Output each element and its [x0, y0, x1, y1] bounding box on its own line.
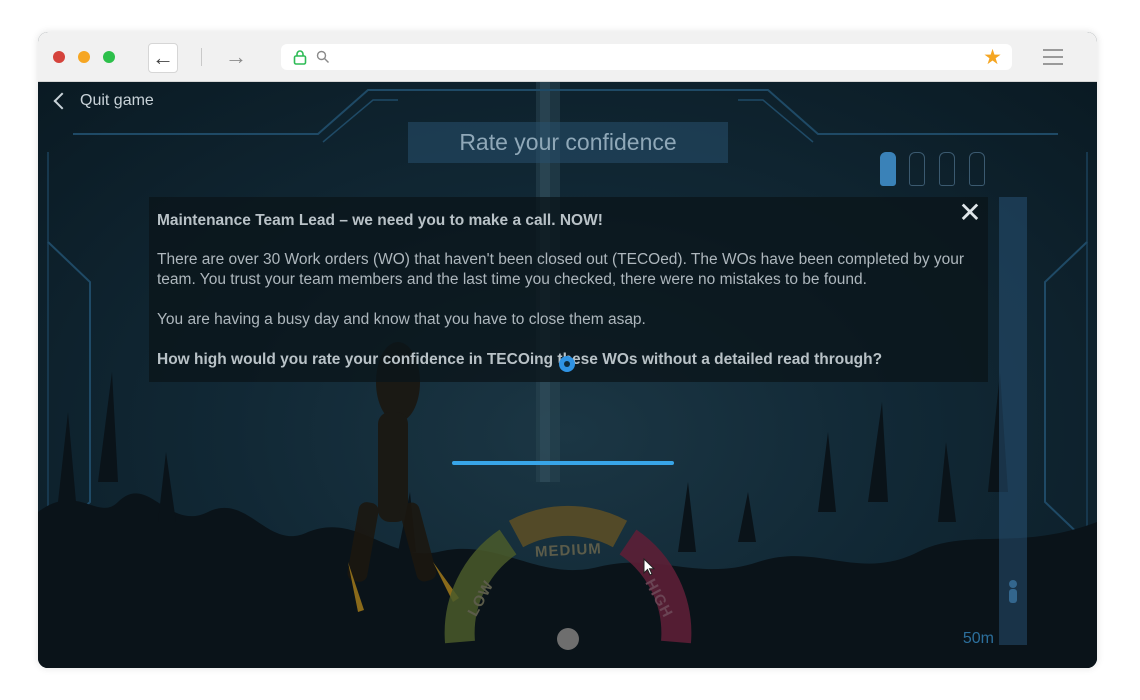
nav-divider [201, 48, 202, 66]
slider-handle[interactable] [559, 356, 575, 372]
lock-icon [293, 50, 307, 65]
game-viewport: Quit game Rate your confidence 50m ✕ Mai… [38, 82, 1097, 668]
mouse-cursor-icon [643, 558, 656, 576]
back-button[interactable]: ← [148, 43, 178, 73]
minimize-window-button[interactable] [78, 51, 90, 63]
depth-meter [999, 197, 1027, 645]
chevron-left-icon [53, 92, 71, 110]
depth-label: 50m [962, 630, 994, 647]
air-tank-icon [909, 152, 925, 186]
search-icon [316, 50, 329, 63]
bookmark-star-icon[interactable]: ★ [983, 45, 1002, 70]
forward-button[interactable]: → [222, 43, 250, 71]
arrow-right-icon: → [225, 44, 247, 69]
air-tank-icon [939, 152, 955, 186]
air-tank-icon [969, 152, 985, 186]
gauge-medium-label[interactable]: MEDIUM [535, 540, 603, 560]
quit-game-label: Quit game [80, 92, 154, 109]
confidence-slider-track[interactable] [452, 461, 674, 465]
address-bar[interactable]: ★ [281, 44, 1012, 70]
quit-game-button[interactable]: Quit game [52, 92, 154, 110]
scenario-dialog: ✕ Maintenance Team Lead – we need you to… [149, 197, 988, 382]
dialog-paragraph: There are over 30 Work orders (WO) that … [157, 251, 965, 288]
browser-window: ← → ★ Quit game Rate your confidence 50m… [38, 32, 1097, 668]
gauge-needle-knob[interactable] [557, 628, 579, 650]
air-tank-icon [880, 152, 896, 186]
dialog-paragraph: You are having a busy day and know that … [157, 311, 646, 328]
dialog-heading: Maintenance Team Lead – we need you to m… [157, 212, 603, 229]
browser-toolbar: ← → ★ [38, 32, 1097, 82]
page-title: Rate your confidence [408, 122, 728, 163]
title-text: Rate your confidence [459, 129, 677, 155]
close-window-button[interactable] [53, 51, 65, 63]
arrow-left-icon: ← [152, 45, 174, 70]
maximize-window-button[interactable] [103, 51, 115, 63]
hamburger-menu-icon[interactable] [1043, 49, 1063, 65]
